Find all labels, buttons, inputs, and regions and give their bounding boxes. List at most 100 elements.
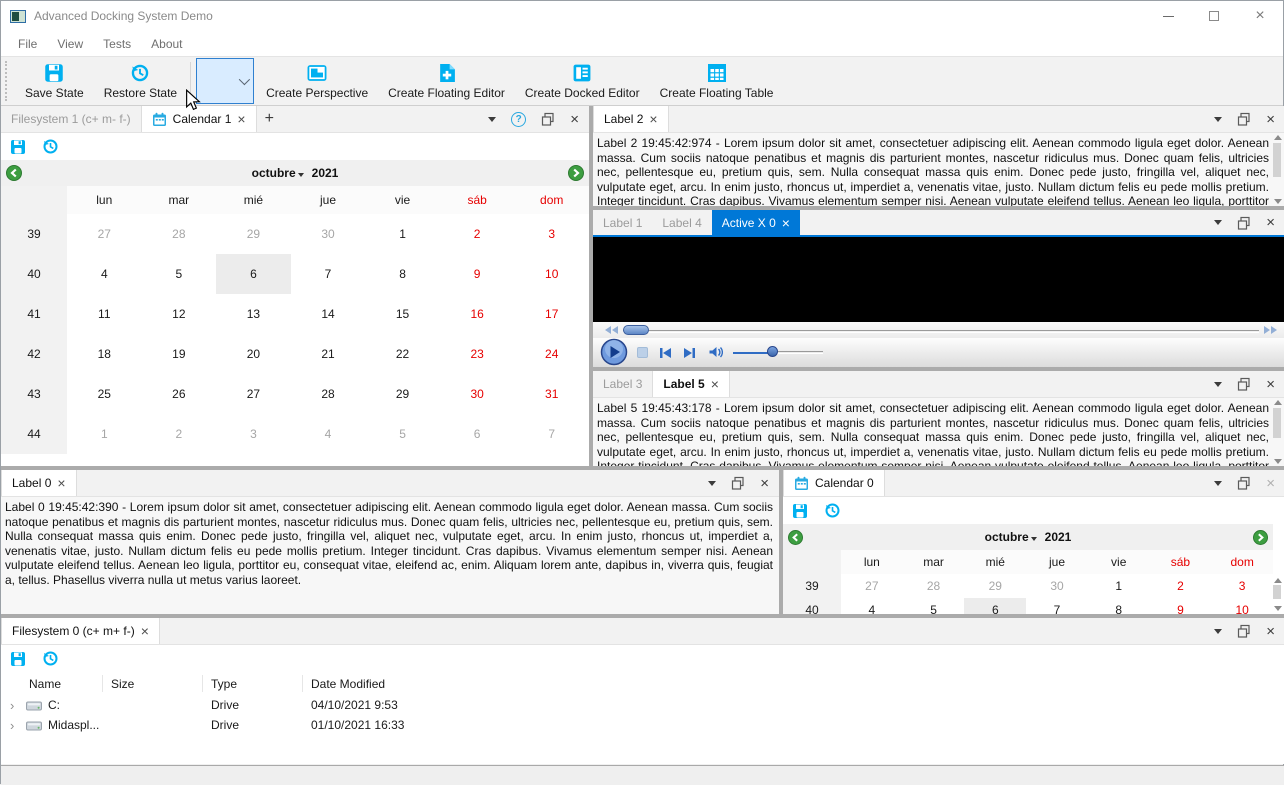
calendar-day-cell[interactable]: 1 (365, 214, 440, 254)
scroll-thumb[interactable] (1273, 585, 1281, 599)
calendar-day-cell[interactable]: 22 (365, 334, 440, 374)
volume-track[interactable] (773, 351, 823, 354)
restore-icon[interactable] (42, 650, 59, 667)
stop-button[interactable] (637, 347, 648, 358)
calendar-day-cell[interactable]: 29 (964, 574, 1026, 598)
undock-icon[interactable] (541, 112, 555, 126)
undock-icon[interactable] (731, 476, 745, 490)
rewind-icon[interactable] (605, 326, 618, 334)
dock-menu-icon[interactable] (1214, 220, 1223, 225)
calendar-day-cell[interactable]: 10 (514, 254, 589, 294)
menu-about[interactable]: About (142, 34, 191, 54)
calendar-day-cell[interactable]: 1 (67, 414, 142, 454)
calendar-day-cell[interactable]: 11 (67, 294, 142, 334)
previous-button[interactable] (659, 346, 672, 360)
calendar-day-cell[interactable]: 16 (440, 294, 515, 334)
dock-menu-icon[interactable] (1214, 628, 1223, 634)
create-floating-editor-button[interactable]: Create Floating Editor (378, 57, 515, 105)
calendar-day-cell[interactable]: 6 (216, 254, 291, 294)
calendar-day-cell[interactable]: 23 (440, 334, 515, 374)
undock-icon[interactable] (1237, 624, 1251, 638)
perspective-combobox[interactable] (196, 58, 255, 104)
calendar-day-cell[interactable]: 15 (365, 294, 440, 334)
undock-icon[interactable] (1237, 216, 1251, 230)
scroll-up-icon[interactable] (1274, 578, 1282, 583)
column-header-name[interactable]: Name (1, 675, 103, 692)
expand-chevron-icon[interactable]: › (10, 698, 20, 713)
prev-month-icon[interactable] (788, 529, 803, 545)
next-month-icon[interactable] (1253, 529, 1268, 545)
restore-icon[interactable] (824, 502, 841, 519)
maximize-button[interactable] (1191, 1, 1237, 31)
close-panel-icon[interactable]: × (1266, 112, 1275, 127)
calendar-day-cell[interactable]: 29 (216, 214, 291, 254)
scrollbar[interactable] (1272, 135, 1283, 204)
create-docked-editor-button[interactable]: Create Docked Editor (515, 57, 650, 105)
help-icon[interactable]: ? (511, 111, 527, 127)
calendar-day-cell[interactable]: 1 (1088, 574, 1150, 598)
calendar-day-cell[interactable]: 27 (841, 574, 903, 598)
menu-view[interactable]: View (48, 34, 92, 54)
calendar-day-cell[interactable]: 2 (142, 414, 217, 454)
menu-tests[interactable]: Tests (94, 34, 140, 54)
tab-close-icon[interactable]: × (782, 216, 790, 230)
tab-close-icon[interactable]: × (711, 377, 719, 391)
calendar-day-cell[interactable]: 6 (964, 598, 1027, 614)
calendar-day-cell[interactable]: 18 (67, 334, 142, 374)
expand-chevron-icon[interactable]: › (10, 718, 20, 733)
seek-thumb[interactable] (623, 325, 649, 335)
dock-menu-icon[interactable] (488, 116, 497, 122)
column-header-type[interactable]: Type (203, 675, 303, 692)
calendar-day-cell[interactable]: 7 (514, 414, 589, 454)
close-panel-icon[interactable]: × (760, 476, 769, 491)
calendar-day-cell[interactable]: 3 (1211, 574, 1273, 598)
create-perspective-button[interactable]: Create Perspective (256, 57, 378, 105)
close-panel-icon[interactable]: × (1266, 377, 1275, 392)
scrollbar[interactable] (1272, 400, 1283, 464)
tab-close-icon[interactable]: × (237, 112, 245, 126)
calendar1-month-year[interactable]: octubre 2021 (22, 166, 568, 180)
table-row[interactable]: › C: Drive 04/10/2021 9:53 (1, 695, 1284, 715)
tab-calendar0[interactable]: Calendar 0 (783, 470, 885, 496)
undock-icon[interactable] (1237, 476, 1251, 490)
calendar-day-cell[interactable]: 10 (1211, 598, 1273, 614)
calendar-day-cell[interactable]: 7 (291, 254, 366, 294)
calendar-day-cell[interactable]: 19 (142, 334, 217, 374)
dock-menu-icon[interactable] (1214, 116, 1223, 122)
calendar-day-cell[interactable]: 7 (1026, 598, 1088, 614)
calendar-day-cell[interactable]: 28 (903, 574, 965, 598)
tab-close-icon[interactable]: × (649, 112, 657, 126)
calendar-day-cell[interactable]: 28 (291, 374, 366, 414)
calendar-day-cell[interactable]: 8 (365, 254, 440, 294)
volume-icon[interactable] (708, 345, 723, 359)
calendar0-month-year[interactable]: octubre 2021 (803, 530, 1253, 544)
calendar-day-cell[interactable]: 27 (216, 374, 291, 414)
restore-state-button[interactable]: Restore State (94, 57, 187, 105)
dock-menu-icon[interactable] (1214, 480, 1223, 486)
calendar-day-cell[interactable]: 12 (142, 294, 217, 334)
close-panel-icon[interactable]: × (570, 112, 579, 127)
prev-month-icon[interactable] (6, 165, 22, 181)
calendar-day-cell[interactable]: 5 (142, 254, 217, 294)
close-button[interactable]: × (1237, 1, 1283, 31)
calendar-day-cell[interactable]: 3 (514, 214, 589, 254)
save-state-button[interactable]: Save State (15, 57, 94, 105)
volume-thumb[interactable] (767, 346, 778, 357)
close-panel-icon[interactable]: × (1266, 476, 1275, 491)
scrollbar[interactable] (1272, 578, 1283, 611)
dock-menu-icon[interactable] (1214, 381, 1223, 387)
tab-label0[interactable]: Label 0 × (1, 470, 77, 496)
column-header-size[interactable]: Size (103, 675, 203, 692)
table-row[interactable]: › Midaspl... Drive 01/10/2021 16:33 (1, 715, 1284, 735)
seek-track[interactable] (623, 330, 1259, 333)
calendar-day-cell[interactable]: 24 (514, 334, 589, 374)
tab-filesystem0[interactable]: Filesystem 0 (c+ m+ f-) × (1, 618, 160, 644)
save-icon[interactable] (792, 503, 808, 519)
minimize-button[interactable] (1145, 1, 1191, 31)
close-panel-icon[interactable]: × (1266, 215, 1275, 230)
scroll-down-icon[interactable] (1274, 459, 1282, 464)
tab-label1[interactable]: Label 1 (593, 210, 652, 235)
save-icon[interactable] (10, 139, 26, 155)
column-header-modified[interactable]: Date Modified (303, 675, 623, 692)
scroll-down-icon[interactable] (1274, 606, 1282, 611)
